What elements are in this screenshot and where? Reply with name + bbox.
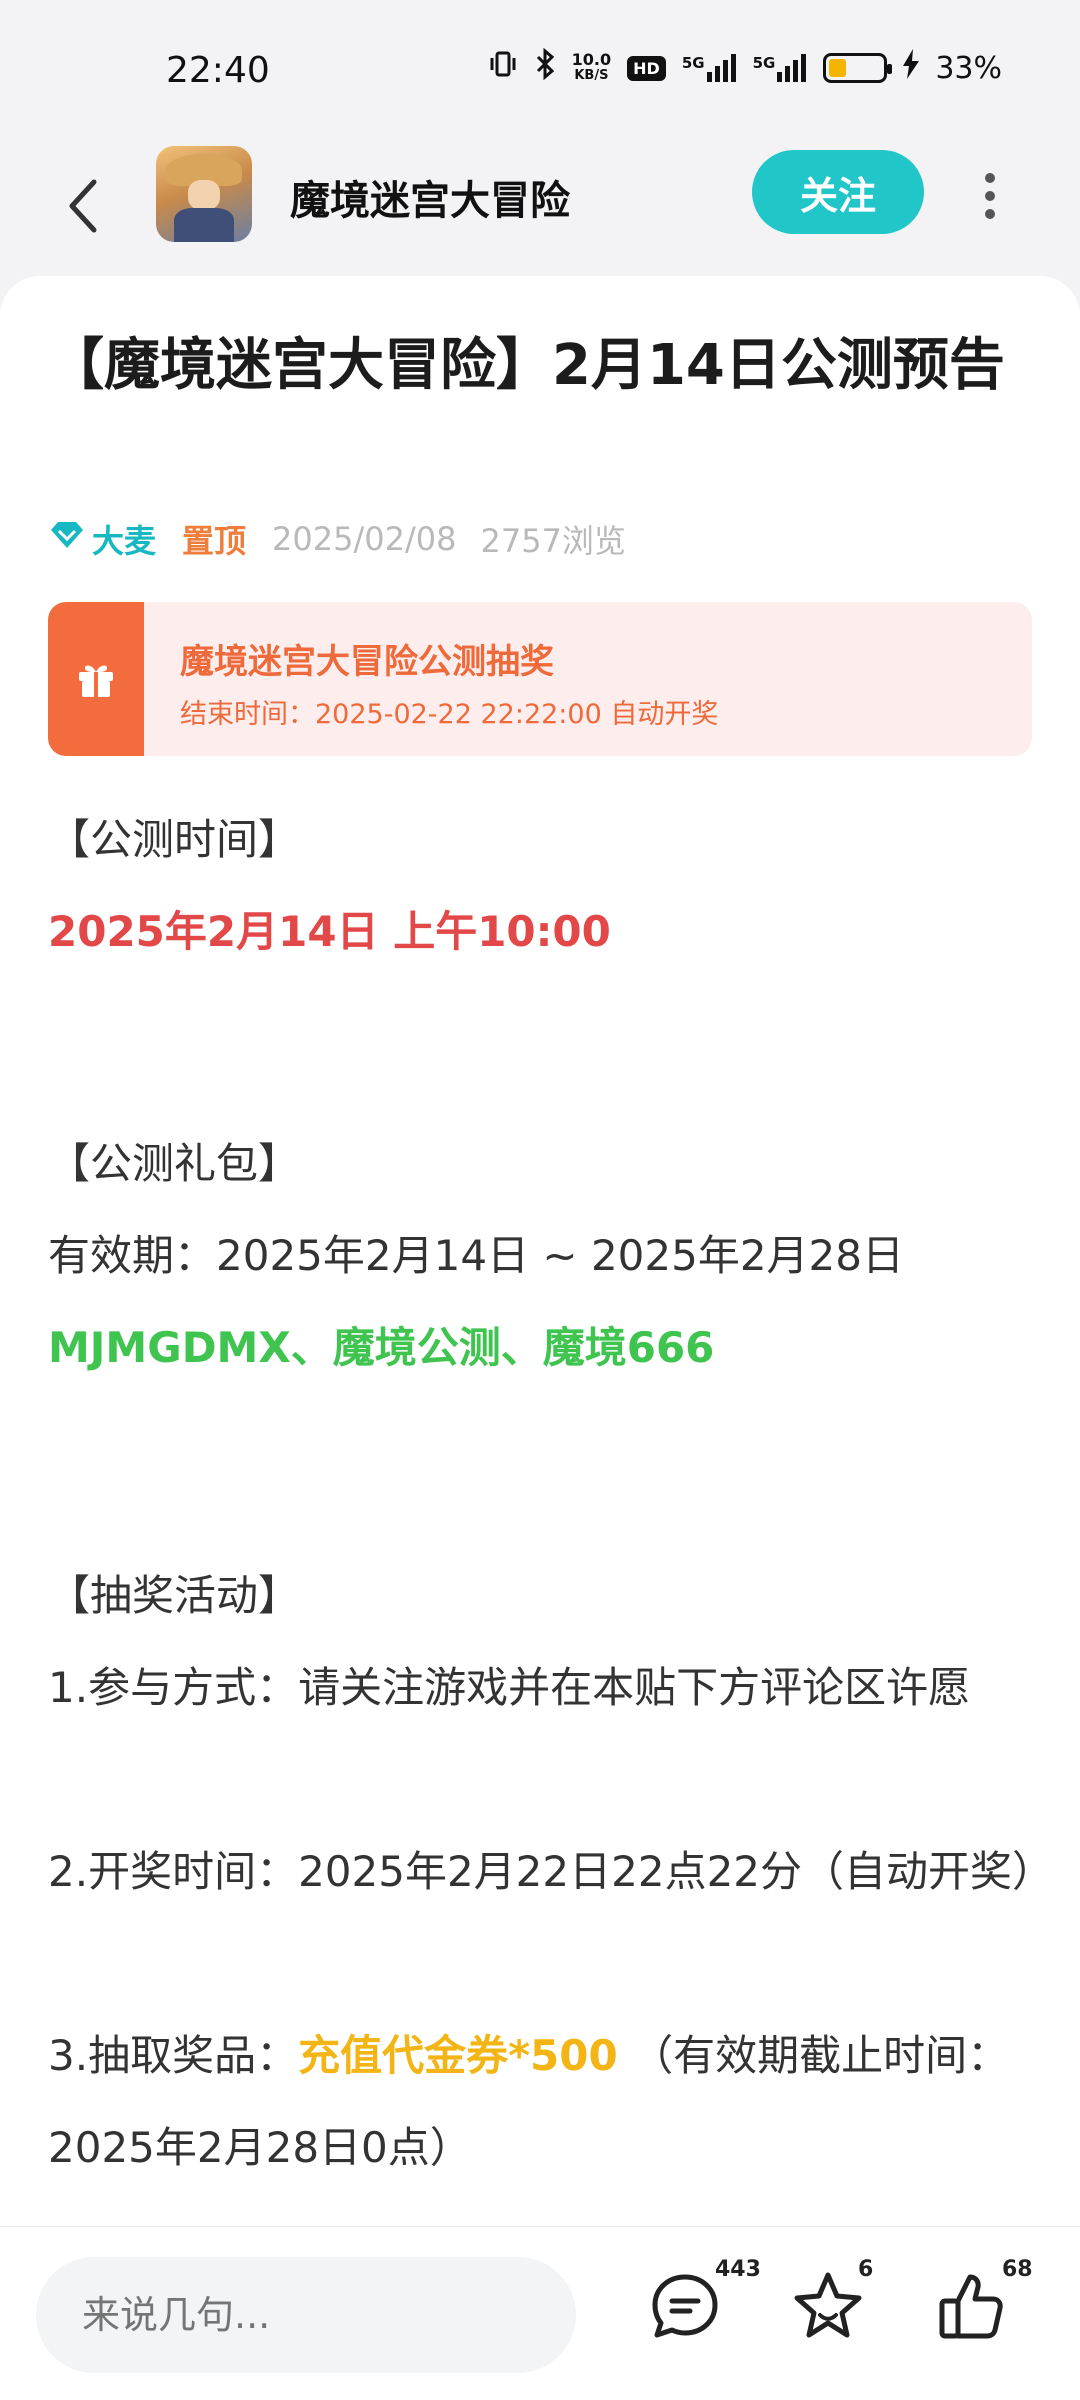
- section-heading-launch: 【公测时间】: [48, 815, 301, 864]
- thumbs-up-icon: [939, 2274, 1003, 2339]
- vibrate-icon: [488, 49, 518, 87]
- battery-icon: [823, 53, 893, 83]
- lottery-title: 魔境迷宫大冒险公测抽奖: [180, 642, 554, 682]
- view-count: 2757浏览: [480, 522, 626, 560]
- lottery-rule-2: 2.开奖时间：2025年2月22日22点22分（自动开奖）: [48, 1847, 1055, 1896]
- post-title: 【魔境迷宫大冒险】2月14日公测预告: [48, 333, 1005, 398]
- speed-value: 10.0: [571, 50, 612, 69]
- charging-icon: [903, 49, 920, 87]
- top-nav: 魔境迷宫大冒险 关注: [0, 140, 1080, 270]
- prize-name: 充值代金券*500: [298, 2031, 618, 2080]
- diamond-icon: [50, 520, 84, 558]
- bottom-action-bar: 443 6 68: [0, 2226, 1080, 2400]
- battery-fill: [829, 59, 847, 77]
- signal1-label: 5G: [681, 54, 705, 72]
- comment-count: 443: [715, 2257, 761, 2282]
- comment-input[interactable]: [36, 2257, 576, 2373]
- status-icons: 10.0 KB/S HD 5G 5G 33%: [488, 47, 1002, 88]
- follow-button[interactable]: 关注: [752, 150, 924, 234]
- status-bar: 22:40 10.0 KB/S HD 5G 5G 33%: [0, 0, 1080, 140]
- game-title[interactable]: 魔境迷宫大冒险: [290, 168, 570, 226]
- rule3-prefix: 3.抽取奖品：: [48, 2031, 299, 2080]
- signal-icon: 5G: [682, 54, 737, 82]
- post-meta: 大麦 置顶 2025/02/08 2757浏览: [50, 516, 626, 562]
- launch-time: 2025年2月14日 上午10:00: [48, 907, 611, 956]
- lottery-card[interactable]: 魔境迷宫大冒险公测抽奖 结束时间：2025-02-22 22:22:00 自动开…: [48, 602, 1032, 756]
- gift-codes: MJMGDMX、魔境公测、魔境666: [48, 1323, 715, 1372]
- status-time: 22:40: [166, 50, 270, 91]
- section-heading-lottery: 【抽奖活动】: [48, 1571, 301, 1620]
- network-speed: 10.0 KB/S: [572, 52, 611, 84]
- signal2-label: 5G: [752, 54, 776, 72]
- hd-badge: HD: [627, 55, 666, 81]
- star-icon: [794, 2272, 862, 2338]
- comment-button[interactable]: [645, 2267, 725, 2347]
- back-arrow-icon: [69, 179, 97, 233]
- more-options-icon[interactable]: [970, 168, 1010, 224]
- lottery-end-time: 结束时间：2025-02-22 22:22:00 自动开奖: [180, 699, 719, 730]
- favorite-count: 6: [858, 2257, 874, 2282]
- pinned-badge: 置顶: [182, 522, 247, 560]
- gift-validity: 有效期：2025年2月14日 ~ 2025年2月28日: [48, 1231, 904, 1280]
- favorite-button[interactable]: [788, 2267, 868, 2347]
- post-card: 【魔境迷宫大冒险】2月14日公测预告 大麦 置顶 2025/02/08 2757…: [0, 276, 1080, 2226]
- lottery-rule-3: 3.抽取奖品：充值代金券*500 （有效期截止时间：2025年2月28日0点）: [48, 2010, 1038, 2194]
- signal2-icon: 5G: [753, 54, 808, 82]
- section-heading-gift: 【公测礼包】: [48, 1139, 301, 1188]
- back-button[interactable]: [58, 170, 108, 240]
- like-count: 68: [1002, 2257, 1033, 2282]
- battery-percent: 33%: [935, 50, 1002, 86]
- lottery-rule-1: 1.参与方式：请关注游戏并在本贴下方评论区许愿: [48, 1663, 971, 1712]
- like-button[interactable]: [932, 2267, 1012, 2347]
- gift-icon: [48, 602, 144, 756]
- comment-icon: [652, 2274, 718, 2338]
- speed-unit: KB/S: [574, 68, 609, 83]
- post-date: 2025/02/08: [272, 520, 457, 558]
- game-icon[interactable]: [156, 146, 252, 242]
- bluetooth-icon: [534, 47, 556, 88]
- author-name[interactable]: 大麦: [92, 516, 156, 562]
